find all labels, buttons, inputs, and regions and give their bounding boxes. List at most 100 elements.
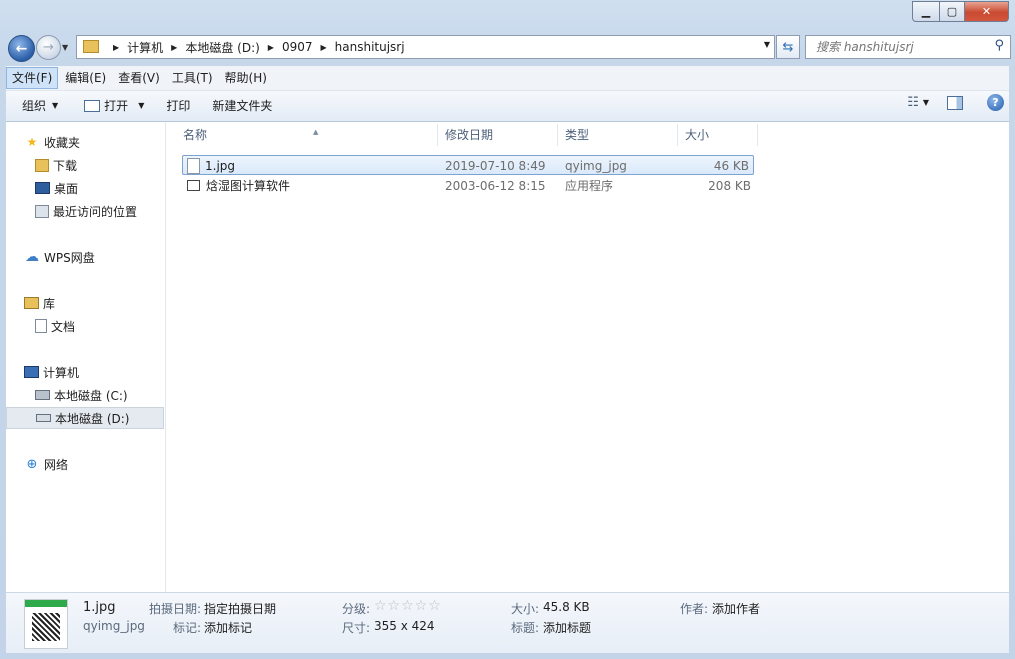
shot-date-value[interactable]: 指定拍摄日期: [204, 600, 276, 617]
application-icon: [187, 180, 200, 191]
menu-edit[interactable]: 编辑(E): [60, 67, 111, 89]
nav-drive-c[interactable]: 本地磁盘 (C:): [35, 385, 128, 405]
arrow-right-icon: →: [43, 40, 54, 55]
menu-help[interactable]: 帮助(H): [220, 67, 272, 89]
column-header-name[interactable]: 名称 ▲: [176, 124, 438, 146]
details-filename: 1.jpg: [83, 600, 116, 615]
nav-recent[interactable]: 最近访问的位置: [35, 201, 137, 221]
close-icon: ✕: [981, 5, 992, 18]
nav-wps[interactable]: ☁ WPS网盘: [24, 247, 95, 267]
chevron-right-icon[interactable]: ▶: [268, 43, 274, 52]
size-value: 45.8 KB: [543, 600, 590, 614]
nav-drive-d[interactable]: 本地磁盘 (D:): [6, 407, 164, 429]
chevron-right-icon[interactable]: ▶: [113, 43, 119, 52]
close-button[interactable]: ✕: [965, 1, 1009, 22]
nav-downloads-label: 下载: [53, 158, 78, 173]
file-date-cell: 2019-07-10 8:49: [445, 159, 546, 173]
new-folder-button[interactable]: 新建文件夹: [204, 94, 280, 118]
command-bar-right: ☷ ▼ ?: [907, 94, 1009, 111]
file-name-cell: 焓湿图计算软件: [187, 176, 290, 196]
view-dropdown-icon[interactable]: ▼: [923, 98, 929, 107]
maximize-button[interactable]: ▢: [940, 1, 965, 22]
column-header-date[interactable]: 修改日期: [438, 124, 558, 146]
navigation-bar: ← → ▼ ▶ 计算机 ▶ 本地磁盘 (D:) ▶ 0907 ▶ hanshitujsr…: [6, 34, 1011, 62]
view-options-icon[interactable]: ☷: [907, 95, 919, 110]
nav-computer-label: 计算机: [43, 365, 80, 380]
file-name-cell: 1.jpg: [187, 156, 235, 176]
tags-value[interactable]: 添加标记: [204, 619, 252, 636]
library-icon: [24, 297, 39, 309]
size-label: 大小:: [511, 602, 540, 616]
search-input[interactable]: [814, 39, 988, 55]
nav-computer[interactable]: 计算机: [24, 362, 79, 382]
menu-file[interactable]: 文件(F): [6, 67, 59, 89]
nav-favorites-label: 收藏夹: [44, 135, 81, 150]
address-dropdown-icon[interactable]: ▼: [764, 40, 770, 49]
minimize-button[interactable]: ▁: [912, 1, 940, 22]
breadcrumb-computer[interactable]: 计算机: [127, 39, 163, 56]
navigation-pane: ★ 收藏夹 下载 桌面 最近访问的位置 ☁ WPS网盘 库 文档 计算机 本地磁盘 …: [6, 122, 166, 592]
nav-desktop[interactable]: 桌面: [35, 178, 78, 198]
nav-favorites[interactable]: ★ 收藏夹: [24, 132, 80, 152]
file-list: 名称 ▲ 修改日期 类型 大小 1.jpg 2019-07-10 8:49 qy…: [166, 122, 1009, 592]
nav-downloads[interactable]: 下载: [35, 155, 77, 175]
help-icon[interactable]: ?: [987, 94, 1004, 111]
nav-wps-label: WPS网盘: [44, 250, 95, 265]
breadcrumb-0907[interactable]: 0907: [282, 40, 313, 54]
file-name: 1.jpg: [205, 159, 236, 173]
nav-drive-d-label: 本地磁盘 (D:): [55, 411, 130, 426]
menu-tools[interactable]: 工具(T): [167, 67, 218, 89]
nav-network[interactable]: ⊕ 网络: [24, 454, 68, 474]
nav-library[interactable]: 库: [24, 293, 55, 313]
title-label: 标题:: [511, 621, 540, 635]
organize-label: 组织: [22, 99, 47, 113]
refresh-icon: ⇆: [782, 39, 794, 55]
title-value[interactable]: 添加标题: [543, 619, 591, 636]
chevron-down-icon: ▼: [52, 101, 59, 110]
file-row[interactable]: 焓湿图计算软件 2003-06-12 8:15 应用程序 208 KB: [182, 176, 754, 196]
search-box[interactable]: ⚲: [805, 35, 1011, 59]
system-drive-icon: [35, 390, 50, 400]
file-name: 焓湿图计算软件: [206, 179, 291, 193]
arrow-left-icon: ←: [15, 40, 28, 57]
cloud-icon: ☁: [25, 249, 39, 265]
file-date-cell: 2003-06-12 8:15: [445, 179, 546, 193]
command-bar: 组织 ▼ 打开 ▼ 打印 新建文件夹 ☷ ▼ ?: [6, 91, 1009, 122]
folder-icon: [83, 39, 99, 53]
breadcrumb-drive-d[interactable]: 本地磁盘 (D:): [185, 39, 259, 56]
organize-button[interactable]: 组织 ▼: [14, 94, 66, 118]
file-size-cell: 46 KB: [713, 159, 749, 173]
back-button[interactable]: ←: [8, 35, 35, 62]
recent-pages-dropdown[interactable]: ▼: [62, 43, 68, 52]
chevron-right-icon[interactable]: ▶: [321, 43, 327, 52]
shot-date-label: 拍摄日期:: [149, 602, 202, 616]
window-caption-buttons: ▁ ▢ ✕: [912, 1, 1009, 22]
menu-view[interactable]: 查看(V): [113, 67, 165, 89]
forward-button[interactable]: →: [36, 35, 61, 60]
breadcrumb-hanshitujsrj[interactable]: hanshitujsrj: [335, 40, 405, 54]
nav-documents-label: 文档: [51, 319, 76, 334]
nav-documents[interactable]: 文档: [35, 316, 75, 336]
drive-icon: [36, 414, 51, 422]
column-header-type[interactable]: 类型: [558, 124, 678, 146]
file-type-cell: qyimg_jpg: [565, 159, 627, 173]
column-name-label: 名称: [183, 128, 208, 142]
chevron-right-icon[interactable]: ▶: [171, 43, 177, 52]
nav-recent-label: 最近访问的位置: [53, 204, 138, 219]
image-file-icon: [187, 157, 200, 174]
open-button[interactable]: 打开 ▼: [76, 94, 152, 118]
refresh-button[interactable]: ⇆: [776, 35, 800, 59]
file-row[interactable]: 1.jpg 2019-07-10 8:49 qyimg_jpg 46 KB: [182, 155, 754, 175]
minimize-icon: ▁: [921, 5, 931, 18]
column-header-size[interactable]: 大小: [678, 124, 758, 146]
preview-pane-icon[interactable]: [947, 95, 963, 110]
menu-bar: 文件(F) 编辑(E) 查看(V) 工具(T) 帮助(H): [6, 66, 1009, 91]
qr-code-icon: [32, 613, 60, 641]
print-button[interactable]: 打印: [158, 94, 198, 118]
recent-places-icon: [35, 204, 49, 218]
rating-stars[interactable]: ☆☆☆☆☆: [374, 598, 442, 614]
search-icon[interactable]: ⚲: [994, 38, 1004, 53]
explorer-window: ▁ ▢ ✕ ← → ▼ ▶ 计算机 ▶ 本地磁盘 (D:) ▶ 0907 ▶ hansh…: [0, 0, 1015, 659]
address-bar[interactable]: ▶ 计算机 ▶ 本地磁盘 (D:) ▶ 0907 ▶ hanshitujsrj ▼: [76, 35, 775, 59]
author-value[interactable]: 添加作者: [712, 600, 760, 617]
